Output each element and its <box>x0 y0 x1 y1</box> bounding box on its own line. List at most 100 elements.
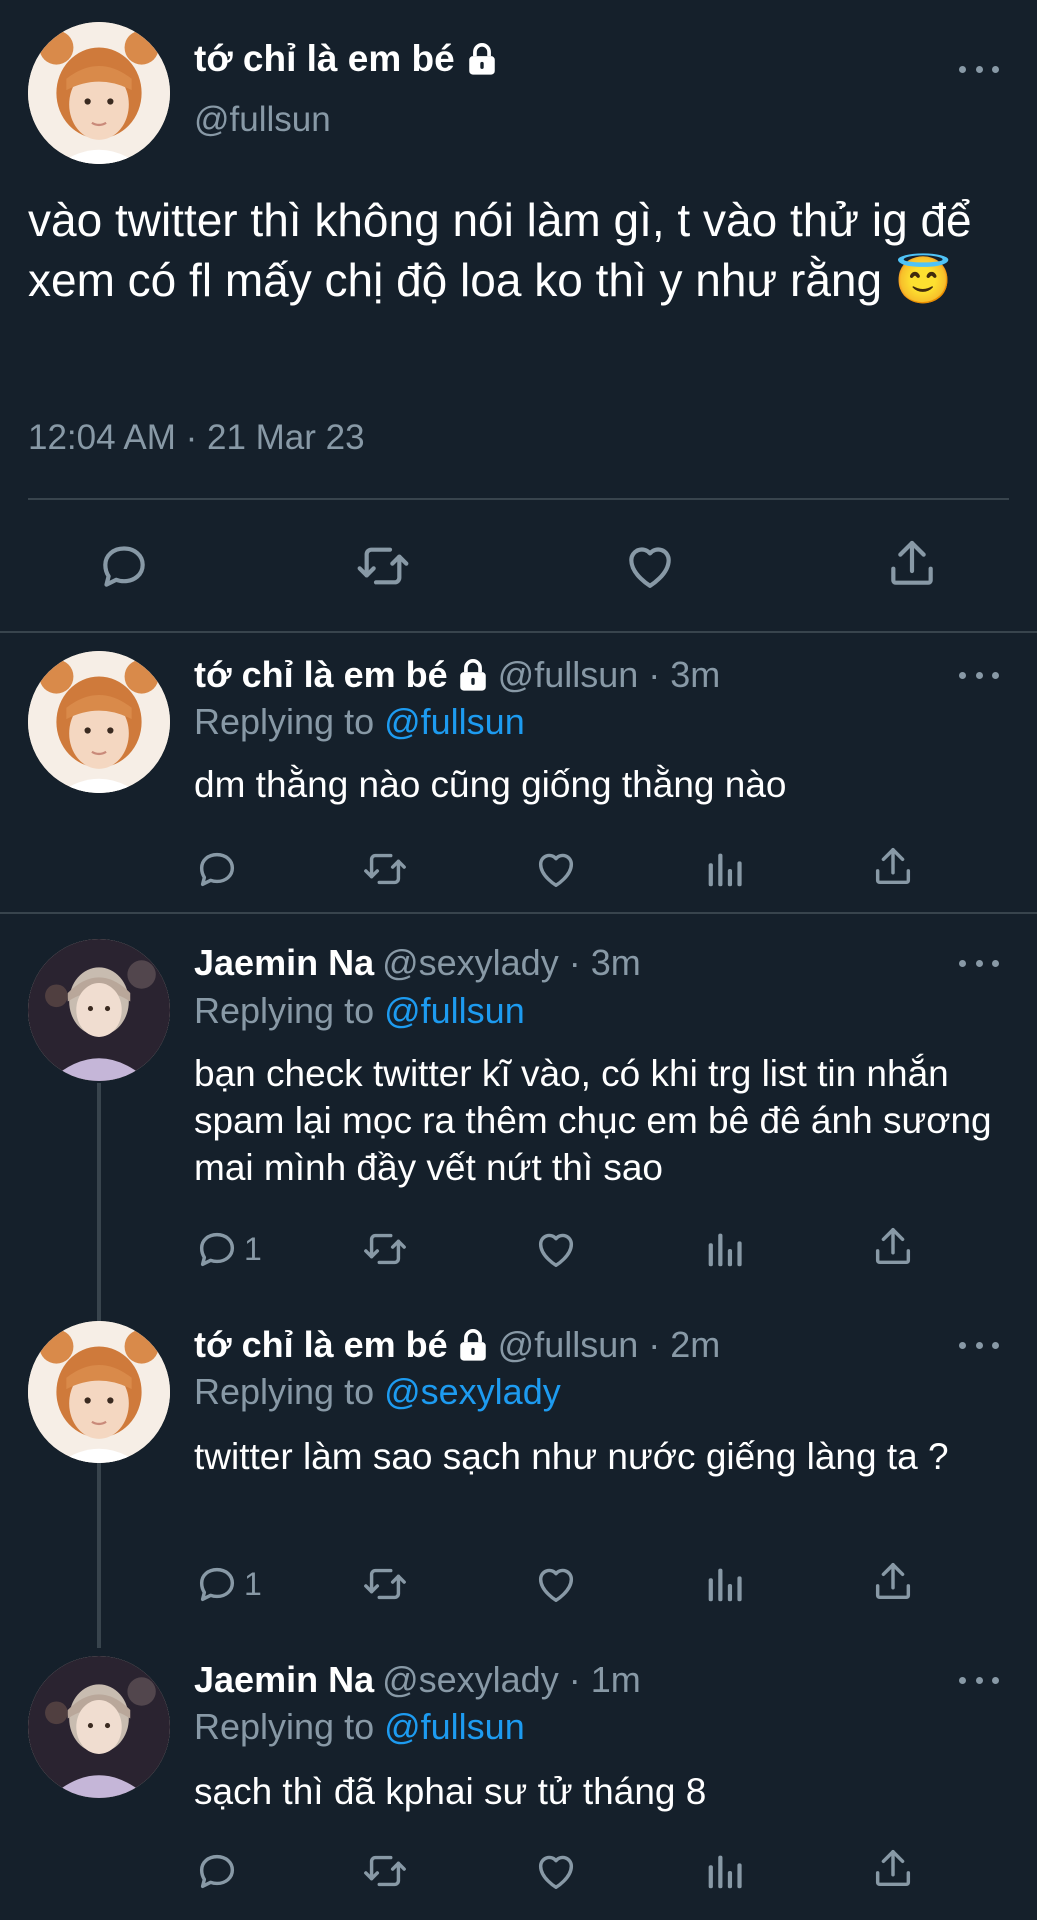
share-icon <box>870 844 916 890</box>
author-name[interactable]: tớ chỉ là em bé <box>194 654 490 696</box>
like-icon <box>533 1226 579 1272</box>
analytics-icon <box>701 1226 747 1272</box>
reply-icon <box>194 1561 240 1607</box>
retweet-icon <box>362 1848 408 1894</box>
replying-to: Replying to @fullsun <box>194 1706 525 1748</box>
reply-button[interactable]: 1 <box>194 1226 262 1272</box>
tweet-timestamp[interactable]: 12:04 AM · 21 Mar 23 <box>28 418 365 458</box>
retweet-button[interactable] <box>362 1226 408 1272</box>
retweet-button[interactable] <box>355 538 411 594</box>
author-name-text: tớ chỉ là em bé <box>194 38 455 79</box>
analytics-icon <box>701 1561 747 1607</box>
reply-text: dm thằng nào cũng giống thằng nào <box>194 764 787 805</box>
share-icon <box>870 1846 916 1892</box>
more-icon[interactable] <box>959 669 999 681</box>
thread-line <box>97 1463 101 1648</box>
mention-link[interactable]: @fullsun <box>384 1706 525 1747</box>
analytics-button[interactable] <box>701 846 747 892</box>
reply-icon <box>194 1848 240 1894</box>
retweet-button[interactable] <box>362 1561 408 1607</box>
analytics-button[interactable] <box>701 1226 747 1272</box>
avatar[interactable] <box>28 1321 170 1463</box>
retweet-icon <box>362 846 408 892</box>
share-button[interactable] <box>870 1559 916 1605</box>
author-name-text: tớ chỉ là em bé <box>194 1324 448 1365</box>
like-button[interactable] <box>533 1226 579 1272</box>
handle-time[interactable]: @sexylady · 1m <box>382 1659 641 1701</box>
divider <box>0 912 1037 914</box>
reply-button[interactable] <box>96 538 152 594</box>
avatar[interactable] <box>28 1656 170 1798</box>
like-button[interactable] <box>533 1848 579 1894</box>
handle-time[interactable]: @fullsun · 2m <box>498 1324 721 1366</box>
like-button[interactable] <box>533 1561 579 1607</box>
retweet-icon <box>355 538 411 594</box>
more-icon[interactable] <box>959 1674 999 1686</box>
replying-prefix: Replying to <box>194 701 385 742</box>
more-icon[interactable] <box>959 63 999 75</box>
like-icon <box>533 1561 579 1607</box>
share-icon <box>870 1559 916 1605</box>
replying-prefix: Replying to <box>194 1706 385 1747</box>
handle-time[interactable]: @sexylady · 3m <box>382 942 641 984</box>
author-handle[interactable]: @fullsun <box>194 100 331 140</box>
like-icon <box>533 1848 579 1894</box>
reply-text: bạn check twitter kĩ vào, có khi trg lis… <box>194 1053 992 1188</box>
avatar[interactable] <box>28 651 170 793</box>
thread-line <box>97 1083 101 1321</box>
reply-button[interactable] <box>194 1848 244 1894</box>
analytics-button[interactable] <box>701 1561 747 1607</box>
lock-icon <box>465 40 499 78</box>
share-button[interactable] <box>884 536 940 592</box>
reply-icon <box>96 538 152 594</box>
reply-count: 1 <box>244 1565 262 1602</box>
more-icon[interactable] <box>959 1339 999 1351</box>
divider <box>28 498 1009 500</box>
analytics-icon <box>701 846 747 892</box>
reply-icon <box>194 1226 240 1272</box>
reply-count: 1 <box>244 1230 262 1267</box>
analytics-icon <box>701 1848 747 1894</box>
mention-link[interactable]: @fullsun <box>384 990 525 1031</box>
lock-icon <box>456 1326 490 1364</box>
author-name-text: tớ chỉ là em bé <box>194 654 448 695</box>
like-button[interactable] <box>622 538 678 594</box>
replying-prefix: Replying to <box>194 1371 385 1412</box>
replying-to: Replying to @fullsun <box>194 701 525 743</box>
retweet-button[interactable] <box>362 1848 408 1894</box>
reply-button[interactable] <box>194 846 244 892</box>
reply-header: Jaemin Na @sexylady · 3m <box>194 942 641 984</box>
like-icon <box>622 538 678 594</box>
avatar[interactable] <box>28 939 170 1081</box>
share-button[interactable] <box>870 1846 916 1892</box>
divider <box>0 631 1037 633</box>
share-button[interactable] <box>870 1224 916 1270</box>
replying-to: Replying to @fullsun <box>194 990 525 1032</box>
retweet-icon <box>362 1561 408 1607</box>
reply-header: tớ chỉ là em bé @fullsun · 2m <box>194 1324 720 1366</box>
reply-icon <box>194 846 240 892</box>
reply-header: Jaemin Na @sexylady · 1m <box>194 1659 641 1701</box>
share-button[interactable] <box>870 844 916 890</box>
handle-time[interactable]: @fullsun · 3m <box>498 654 721 696</box>
like-icon <box>533 846 579 892</box>
replying-prefix: Replying to <box>194 990 385 1031</box>
retweet-icon <box>362 1226 408 1272</box>
author-name[interactable]: Jaemin Na <box>194 942 374 984</box>
tweet-text: vào twitter thì không nói làm gì, t vào … <box>28 194 972 306</box>
mention-link[interactable]: @sexylady <box>384 1371 561 1412</box>
author-name[interactable]: tớ chỉ là em bé <box>194 1324 490 1366</box>
author-name[interactable]: Jaemin Na <box>194 1659 374 1701</box>
retweet-button[interactable] <box>362 846 408 892</box>
reply-button[interactable]: 1 <box>194 1561 262 1607</box>
like-button[interactable] <box>533 846 579 892</box>
author-name[interactable]: tớ chỉ là em bé <box>194 38 499 80</box>
mention-link[interactable]: @fullsun <box>384 701 525 742</box>
reply-text: twitter làm sao sạch như nước giếng làng… <box>194 1436 949 1477</box>
lock-icon <box>456 656 490 694</box>
avatar[interactable] <box>28 22 170 164</box>
reply-text: sạch thì đã kphai sư tử tháng 8 <box>194 1771 707 1812</box>
share-icon <box>870 1224 916 1270</box>
analytics-button[interactable] <box>701 1848 747 1894</box>
more-icon[interactable] <box>959 957 999 969</box>
